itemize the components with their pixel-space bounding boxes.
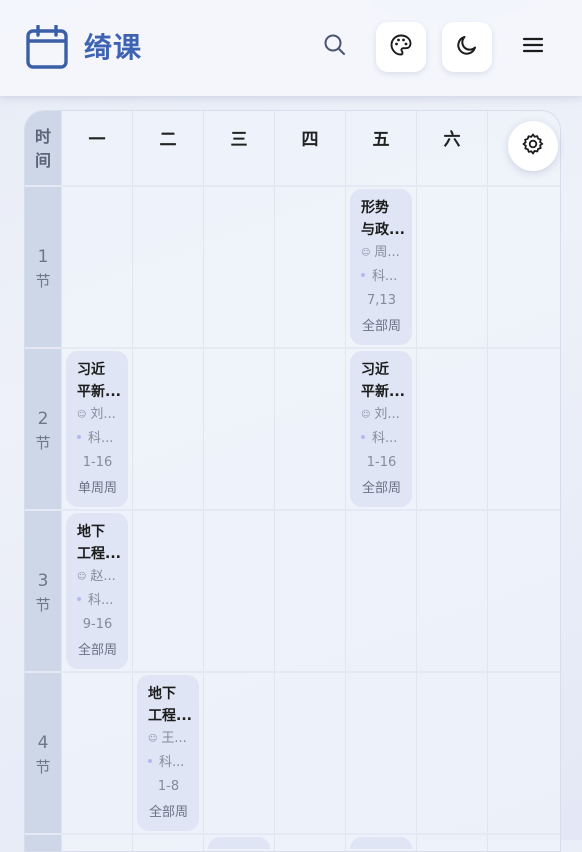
course-week-type: 全部周 bbox=[361, 481, 401, 496]
location-dot-icon bbox=[361, 435, 365, 439]
course-name: 形势 与政... bbox=[361, 200, 405, 238]
dark-mode-button[interactable] bbox=[442, 22, 492, 72]
course-week-type: 全部周 bbox=[148, 805, 188, 820]
moon-icon bbox=[455, 33, 479, 61]
palette-icon bbox=[389, 33, 413, 61]
course-place: 科... bbox=[361, 427, 406, 451]
slot-label-3: 3节 bbox=[35, 571, 51, 614]
slot-label-2: 2节 bbox=[35, 409, 51, 452]
gear-icon bbox=[521, 132, 545, 160]
course-name: 习近 平新... bbox=[361, 362, 405, 400]
course-card[interactable]: 习近 平新... ☺ 刘... 科... 1-16 全部周 bbox=[350, 351, 412, 507]
time-header: 时 间 bbox=[34, 127, 51, 170]
course-teacher: ☺ 王... bbox=[148, 731, 187, 746]
course-week-type: 单周周 bbox=[77, 481, 117, 496]
theme-button[interactable] bbox=[376, 22, 426, 72]
course-teacher: ☺ 刘... bbox=[77, 407, 116, 422]
timetable-grid: 时 间 一 二 三 四 五 六 1节 2节 3节 4节 形势 与政... ☺ 周..… bbox=[24, 110, 561, 852]
course-week-type: 全部周 bbox=[77, 643, 117, 658]
course-teacher: ☺ 刘... bbox=[361, 407, 400, 422]
course-teacher: ☺ 赵... bbox=[77, 569, 116, 584]
calendar-icon bbox=[26, 24, 68, 69]
day-header-mon: 一 bbox=[88, 130, 106, 150]
course-card[interactable]: 地下 工程... ☺ 王... 科... 1-8 全部周 bbox=[137, 675, 199, 831]
location-dot-icon bbox=[77, 435, 81, 439]
day-header-tue: 二 bbox=[159, 130, 177, 150]
course-name: 习近 平新... bbox=[77, 362, 121, 400]
location-dot-icon bbox=[77, 597, 81, 601]
course-name: 地下 工程... bbox=[148, 686, 192, 724]
course-teacher: ☺ 周... bbox=[361, 245, 400, 260]
course-name: 地下 工程... bbox=[77, 524, 121, 562]
course-card-partial[interactable] bbox=[208, 837, 270, 849]
person-icon: ☺ bbox=[361, 248, 371, 258]
day-header-wed: 三 bbox=[230, 130, 248, 150]
course-weeks: 1-8 bbox=[157, 779, 180, 794]
person-icon: ☺ bbox=[361, 410, 371, 420]
course-place: 科... bbox=[77, 589, 122, 613]
course-weeks: 1-16 bbox=[366, 455, 397, 470]
course-weeks: 1-16 bbox=[82, 455, 113, 470]
course-weeks: 9-16 bbox=[82, 617, 113, 632]
course-card-partial[interactable] bbox=[350, 837, 412, 849]
search-button[interactable] bbox=[315, 27, 355, 67]
menu-icon bbox=[522, 36, 544, 58]
course-card[interactable]: 习近 平新... ☺ 刘... 科... 1-16 单周周 bbox=[66, 351, 128, 507]
course-place: 科... bbox=[148, 751, 193, 775]
slot-label-4: 4节 bbox=[35, 733, 51, 776]
course-place: 科... bbox=[77, 427, 122, 451]
day-header-thu: 四 bbox=[301, 130, 319, 150]
day-header-fri: 五 bbox=[372, 130, 390, 150]
person-icon: ☺ bbox=[148, 734, 158, 744]
location-dot-icon bbox=[148, 759, 152, 763]
day-header-sat: 六 bbox=[443, 130, 461, 150]
app-header: 绮课 bbox=[0, 0, 582, 96]
course-card[interactable]: 地下 工程... ☺ 赵... 科... 9-16 全部周 bbox=[66, 513, 128, 669]
menu-button[interactable] bbox=[513, 27, 553, 67]
settings-button[interactable] bbox=[508, 121, 558, 171]
course-weeks: 7,13 bbox=[367, 293, 396, 308]
search-icon bbox=[323, 33, 347, 61]
app-title: 绮课 bbox=[84, 31, 143, 64]
location-dot-icon bbox=[361, 273, 365, 277]
person-icon: ☺ bbox=[77, 410, 87, 420]
course-card[interactable]: 形势 与政... ☺ 周... 科... 7,13 全部周 bbox=[350, 189, 412, 345]
course-week-type: 全部周 bbox=[361, 319, 401, 334]
slot-label-1: 1节 bbox=[35, 247, 51, 290]
person-icon: ☺ bbox=[77, 572, 87, 582]
course-place: 科... bbox=[361, 265, 406, 289]
